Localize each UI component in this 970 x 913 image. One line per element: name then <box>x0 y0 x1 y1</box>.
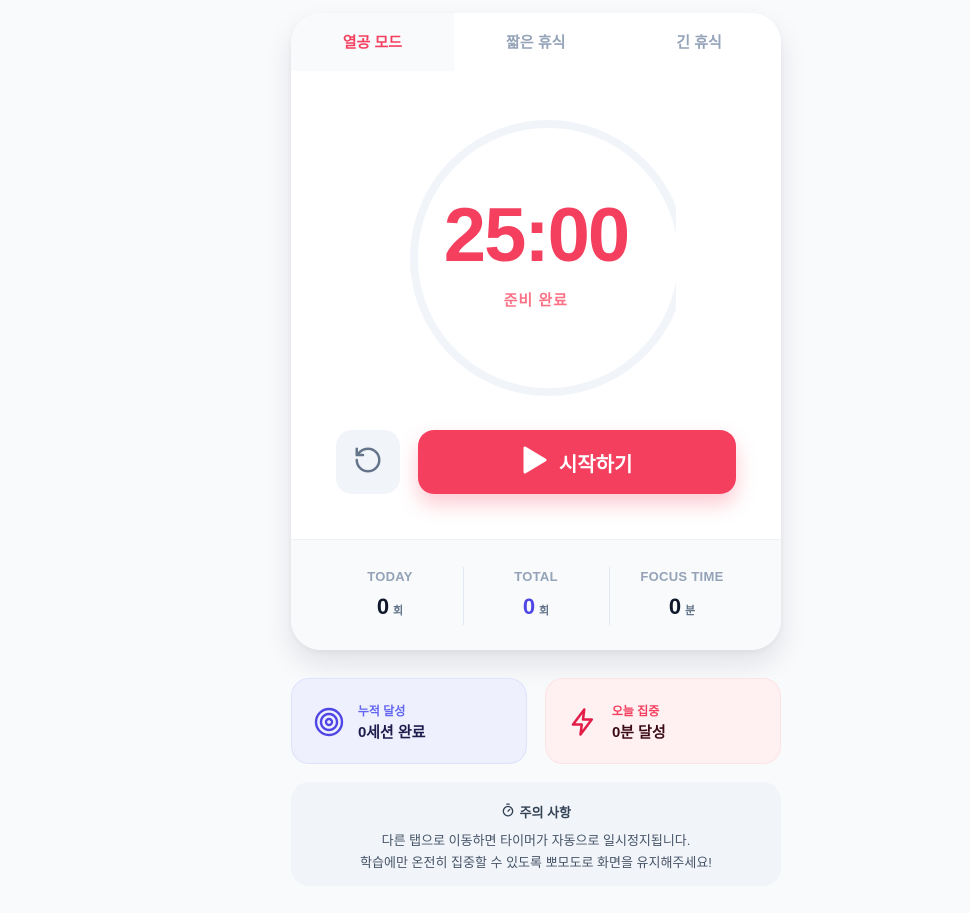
stat-total-title: TOTAL <box>514 569 558 584</box>
today-focus-label: 오늘 집중 <box>612 704 660 718</box>
stat-total: TOTAL 0회 <box>463 540 609 650</box>
start-button[interactable]: 시작하기 <box>418 430 736 494</box>
stat-focus-time-unit: 분 <box>685 605 696 617</box>
pomodoro-card: 열공 모드 짧은 휴식 긴 휴식 25:00 준비 완료 시작하기 TODAY … <box>291 13 781 650</box>
cumulative-card: 누적 달성 0세션 완료 <box>291 678 527 764</box>
stat-today-unit: 회 <box>393 605 404 617</box>
stats-panel: TODAY 0회 TOTAL 0회 FOCUS TIME 0분 <box>291 539 781 650</box>
stat-focus-time-title: FOCUS TIME <box>640 569 724 584</box>
stat-focus-time-value: 0 <box>668 594 682 619</box>
today-focus-value: 0분 달성 <box>612 724 666 741</box>
cumulative-value: 0세션 완료 <box>358 724 426 741</box>
stat-today: TODAY 0회 <box>317 540 463 650</box>
zap-icon <box>568 707 598 737</box>
tab-long-break[interactable]: 긴 휴식 <box>617 13 781 71</box>
notice-line-2: 학습에만 온전히 집중할 수 있도록 뽀모도로 화면을 유지해주세요! <box>360 855 712 870</box>
today-focus-card: 오늘 집중 0분 달성 <box>545 678 781 764</box>
stat-total-value: 0 <box>522 594 536 619</box>
notice-title: 주의 사항 <box>291 802 781 821</box>
stat-today-title: TODAY <box>367 569 413 584</box>
notice-title-text: 주의 사항 <box>519 805 572 820</box>
notice-line-1: 다른 탭으로 이동하면 타이머가 자동으로 일시정지됩니다. <box>381 833 691 848</box>
cumulative-label: 누적 달성 <box>358 704 406 718</box>
timer-display: 25:00 <box>443 193 630 278</box>
rotate-ccw-icon <box>353 445 383 480</box>
target-icon <box>314 707 344 737</box>
start-button-label: 시작하기 <box>559 453 633 476</box>
timer-icon <box>501 803 515 820</box>
tab-short-break[interactable]: 짧은 휴식 <box>454 13 618 71</box>
play-icon <box>521 446 547 479</box>
timer-status: 준비 완료 <box>503 292 569 309</box>
stat-total-unit: 회 <box>539 605 550 617</box>
mode-tabs: 열공 모드 짧은 휴식 긴 휴식 <box>291 13 781 71</box>
stat-focus-time: FOCUS TIME 0분 <box>609 540 755 650</box>
notice-box: 주의 사항 다른 탭으로 이동하면 타이머가 자동으로 일시정지됩니다. 학습에… <box>291 782 781 886</box>
tab-focus-mode[interactable]: 열공 모드 <box>291 13 455 71</box>
reset-button[interactable] <box>336 430 400 494</box>
stat-today-value: 0 <box>376 594 390 619</box>
